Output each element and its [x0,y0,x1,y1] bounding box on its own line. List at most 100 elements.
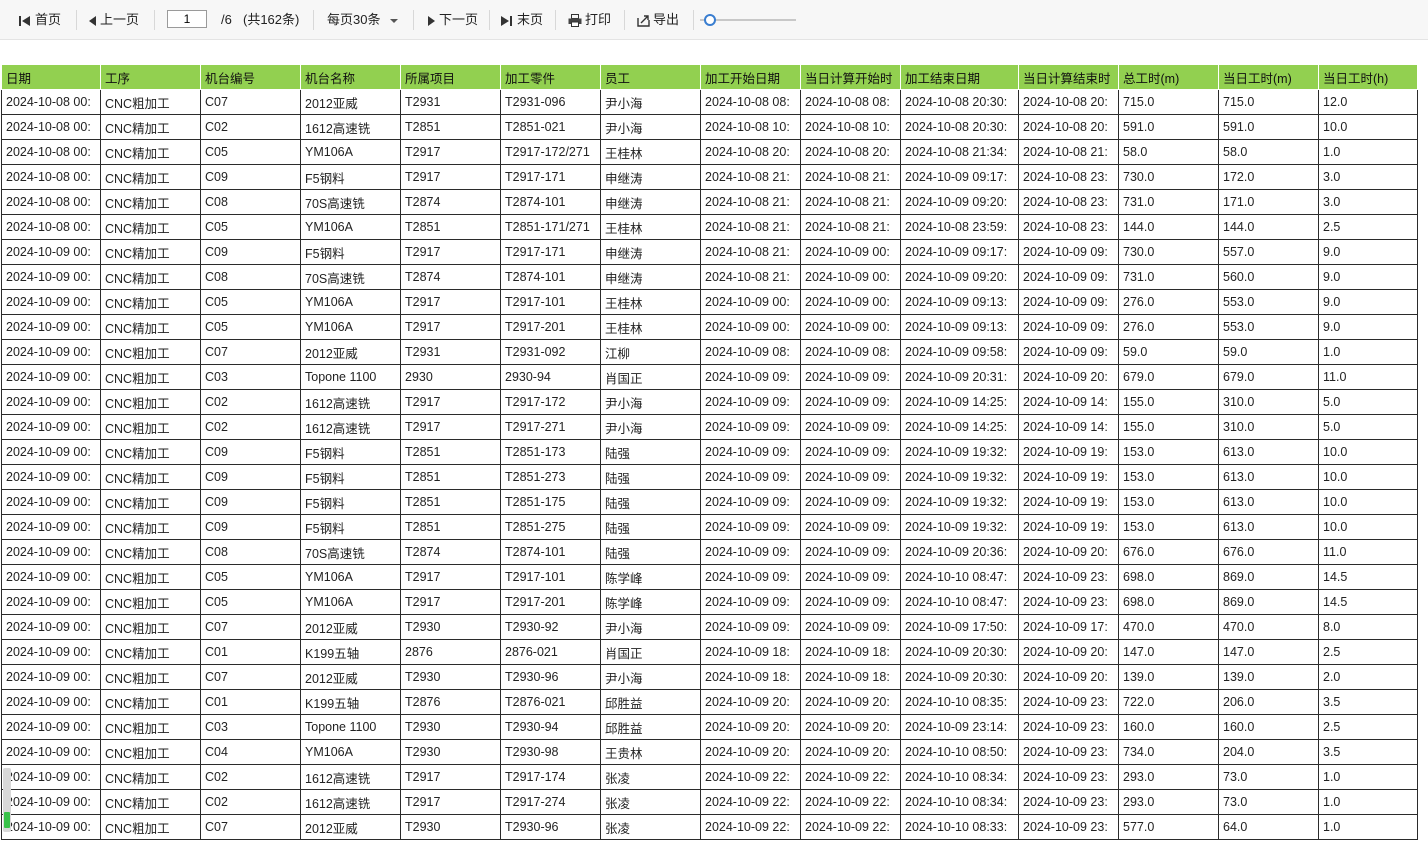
table-cell: CNC精加工 [100,439,201,465]
table-cell: T2874 [400,539,501,565]
table-row[interactable]: 2024-10-09 00: CNC精加工 C09 F5钢料 T2851 T2851-17… [1,439,1418,465]
table-cell: 2024-10-09 17: [1018,614,1119,640]
table-row[interactable]: 2024-10-09 00: CNC粗加工 C02 1612高速铣 T2917 T2917… [1,389,1418,415]
table-cell: 2024-10-09 09: [700,589,801,615]
table-row[interactable]: 2024-10-09 00: CNC粗加工 C07 2012亚威 T2930 T2930-… [1,814,1418,840]
table-cell: T2931 [400,89,501,115]
table-row[interactable]: 2024-10-09 00: CNC精加工 C02 1612高速铣 T2917 T2917… [1,764,1418,790]
table-cell: T2930 [400,664,501,690]
table-cell: 2024-10-09 09: [700,364,801,390]
table-row[interactable]: 2024-10-08 00: CNC粗加工 C07 2012亚威 T2931 T2931-… [1,89,1418,115]
table-cell: 2024-10-09 19: [1018,464,1119,490]
table-cell: T2930 [400,739,501,765]
table-row[interactable]: 2024-10-08 00: CNC精加工 C08 70S高速铣 T2874 T2874-… [1,189,1418,215]
table-cell: CNC精加工 [100,514,201,540]
last-page-button[interactable]: 末页 [500,11,543,29]
table-cell: CNC精加工 [100,639,201,665]
prev-page-button[interactable]: 上一页 [88,11,139,29]
table-cell: 58.0 [1218,139,1319,165]
table-row[interactable]: 2024-10-09 00: CNC粗加工 C05 YM106A T2917 T2917-… [1,564,1418,590]
export-button[interactable]: 导出 [637,11,679,29]
toolbar-divider [154,10,155,30]
table-row[interactable]: 2024-10-09 00: CNC粗加工 C03 Topone 1100 T2930 T… [1,714,1418,740]
table-cell: 2024-10-08 23:59: [900,214,1019,240]
table-row[interactable]: 2024-10-08 00: CNC精加工 C02 1612高速铣 T2851 T2851… [1,114,1418,140]
table-cell: T2917-274 [500,789,601,815]
table-row[interactable]: 2024-10-09 00: CNC精加工 C08 70S高速铣 T2874 T2874-… [1,539,1418,565]
table-row[interactable]: 2024-10-09 00: CNC精加工 C09 F5钢料 T2851 T2851-17… [1,489,1418,515]
table-cell: 申继涛 [600,164,701,190]
table-cell: T2917 [400,414,501,440]
table-row[interactable]: 2024-10-09 00: CNC精加工 C01 K199五轴 2876 2876-02… [1,639,1418,665]
table-row[interactable]: 2024-10-09 00: CNC精加工 C09 F5钢料 T2851 T2851-27… [1,464,1418,490]
table-cell: 293.0 [1118,789,1219,815]
table-row[interactable]: 2024-10-09 00: CNC精加工 C01 K199五轴 T2876 T2876-… [1,689,1418,715]
table-row[interactable]: 2024-10-09 00: CNC精加工 C05 YM106A T2917 T2917-… [1,289,1418,315]
table-cell: 147.0 [1218,639,1319,665]
table-cell: 2024-10-09 20: [1018,664,1119,690]
table-cell: 2024-10-09 09: [1018,264,1119,290]
table-cell: 722.0 [1118,689,1219,715]
table-row[interactable]: 2024-10-09 00: CNC精加工 C05 YM106A T2917 T2917-… [1,314,1418,340]
table-row[interactable]: 2024-10-09 00: CNC粗加工 C07 2012亚威 T2930 T2930-… [1,614,1418,640]
table-cell: 14.5 [1318,589,1418,615]
table-row[interactable]: 2024-10-08 00: CNC精加工 C09 F5钢料 T2917 T2917-17… [1,164,1418,190]
table-cell: 肖国正 [600,364,701,390]
table-cell: 陈学峰 [600,589,701,615]
table-row[interactable]: 2024-10-09 00: CNC粗加工 C04 YM106A T2930 T2930-… [1,739,1418,765]
table-row[interactable]: 2024-10-09 00: CNC粗加工 C07 2012亚威 T2930 T2930-… [1,664,1418,690]
zoom-slider-thumb[interactable] [703,14,716,26]
table-cell: 1612高速铣 [300,389,401,415]
table-cell: 2024-10-08 21: [1018,139,1119,165]
table-row[interactable]: 2024-10-09 00: CNC精加工 C09 F5钢料 T2851 T2851-27… [1,514,1418,540]
table-row[interactable]: 2024-10-09 00: CNC粗加工 C05 YM106A T2917 T2917-… [1,589,1418,615]
table-cell: 2024-10-09 23:14: [900,714,1019,740]
table-row[interactable]: 2024-10-09 00: CNC精加工 C09 F5钢料 T2917 T2917-17… [1,239,1418,265]
vertical-scroll-indicator[interactable] [3,768,11,832]
table-cell: T2917-201 [500,314,601,340]
table-row[interactable]: 2024-10-08 00: CNC精加工 C05 YM106A T2917 T2917-… [1,139,1418,165]
table-cell: 153.0 [1118,514,1219,540]
table-row[interactable]: 2024-10-09 00: CNC粗加工 C02 1612高速铣 T2917 T2917… [1,414,1418,440]
first-page-button[interactable]: 首页 [18,11,61,29]
table-cell: 613.0 [1218,489,1319,515]
table-cell: T2917-171 [500,164,601,190]
table-row[interactable]: 2024-10-09 00: CNC精加工 C02 1612高速铣 T2917 T2917… [1,789,1418,815]
table-cell: 2024-10-09 20:30: [900,639,1019,665]
table-cell: 2024-10-09 09: [800,614,901,640]
next-page-button[interactable]: 下一页 [427,11,478,29]
table-cell: 2024-10-09 20:36: [900,539,1019,565]
page-total: /6 [221,12,232,27]
table-row[interactable]: 2024-10-09 00: CNC粗加工 C07 2012亚威 T2931 T2931-… [1,339,1418,365]
table-cell: 2876 [400,639,501,665]
table-cell: 2024-10-08 00: [1,114,101,140]
table-cell: 2024-10-09 09: [1018,314,1119,340]
table-row[interactable]: 2024-10-08 00: CNC精加工 C05 YM106A T2851 T2851-… [1,214,1418,240]
table-cell: T2917-172/271 [500,139,601,165]
table-cell: 160.0 [1118,714,1219,740]
page-number-input[interactable] [167,10,207,28]
table-cell: 206.0 [1218,689,1319,715]
table-row[interactable]: 2024-10-09 00: CNC粗加工 C03 Topone 1100 2930 29… [1,364,1418,390]
table-cell: F5钢料 [300,164,401,190]
table-row[interactable]: 2024-10-09 00: CNC精加工 C08 70S高速铣 T2874 T2874-… [1,264,1418,290]
per-page-select[interactable]: 每页30条 [327,11,403,29]
table-cell: 2024-10-08 21: [700,214,801,240]
next-page-label: 下一页 [439,12,479,27]
table-cell: 2024-10-09 08: [700,339,801,365]
table-cell: YM106A [300,139,401,165]
print-button[interactable]: 打印 [568,11,611,29]
table-cell: 2024-10-09 22: [800,764,901,790]
table-cell: T2930-96 [500,814,601,840]
table-cell: 2024-10-09 00: [1,514,101,540]
table-cell: 730.0 [1118,239,1219,265]
export-label: 导出 [653,12,680,27]
table-cell: CNC精加工 [100,764,201,790]
table-cell: T2917 [400,239,501,265]
table-cell: CNC精加工 [100,139,201,165]
table-cell: 73.0 [1218,764,1319,790]
table-cell: 2024-10-09 00: [700,289,801,315]
table-cell: 470.0 [1118,614,1219,640]
table-cell: 731.0 [1118,264,1219,290]
table-cell: 尹小海 [600,114,701,140]
